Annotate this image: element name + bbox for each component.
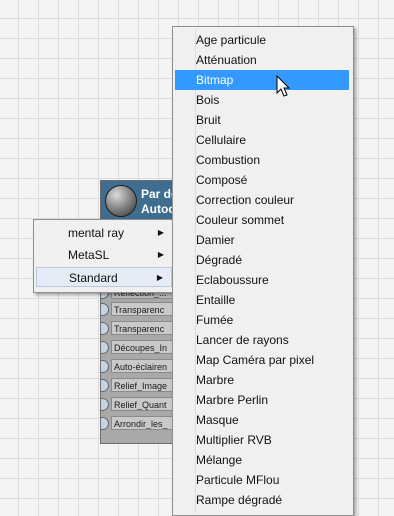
menu-item-label: Damier <box>196 233 235 247</box>
slot-connector-icon[interactable] <box>101 379 109 392</box>
slot-label: Relief_Quant <box>111 397 181 411</box>
mouse-pointer-icon <box>276 75 291 97</box>
slot-label: Auto-éclairen <box>111 359 181 373</box>
menu-item-label: Correction couleur <box>196 193 295 207</box>
menu-item-label: Combustion <box>196 153 261 167</box>
slot-connector-icon[interactable] <box>101 417 109 430</box>
map-category-submenu[interactable]: mental ray ▶ MetaSL ▶ Standard ▶ <box>33 219 176 293</box>
menu-item[interactable]: Cellulaire <box>175 130 349 150</box>
menu-item-label: Cellulaire <box>196 133 247 147</box>
node-slot[interactable]: Arrondir_les_ <box>101 415 181 432</box>
menu-item-label: Dégradé <box>196 253 243 267</box>
menu-item[interactable]: Particule MFlou <box>175 470 349 490</box>
slot-label: Arrondir_les_ <box>111 416 181 430</box>
node-slot[interactable]: Transparenc <box>101 320 181 337</box>
menu-item-label: Age particule <box>196 33 267 47</box>
slot-connector-icon[interactable] <box>101 398 109 411</box>
slot-label: Transparenc <box>111 321 181 335</box>
menu-item[interactable]: Mélange <box>175 450 349 470</box>
menu-item-label: Multiplier RVB <box>196 433 272 447</box>
slot-connector-icon[interactable] <box>101 360 109 373</box>
slot-label: Découpes_In <box>111 340 181 354</box>
menu-item-label: Masque <box>196 413 239 427</box>
menu-item-label: Bruit <box>196 113 221 127</box>
menu-item[interactable]: Dégradé <box>175 250 349 270</box>
menu-item[interactable]: Rampe dégradé <box>175 490 349 510</box>
submenu-item-label: MetaSL <box>68 248 110 262</box>
menu-item-label: Mélange <box>196 453 243 467</box>
menu-item[interactable]: Fumée <box>175 310 349 330</box>
menu-item-label: Marbre <box>196 373 235 387</box>
node-slot[interactable]: Auto-éclairen <box>101 358 181 375</box>
menu-item-label: Composé <box>196 173 248 187</box>
material-preview-sphere <box>105 185 137 217</box>
menu-item-bitmap[interactable]: Bitmap <box>175 70 349 90</box>
menu-item-label: Atténuation <box>196 53 257 67</box>
submenu-arrow-icon: ▶ <box>157 250 164 259</box>
submenu-arrow-icon: ▶ <box>157 228 164 237</box>
menu-item-label: Eclaboussure <box>196 273 269 287</box>
submenu-item-standard[interactable]: Standard ▶ <box>36 267 172 287</box>
menu-item-label: Couleur sommet <box>196 213 285 227</box>
menu-item[interactable]: Map Caméra par pixel <box>175 350 349 370</box>
menu-item[interactable]: Multiplier RVB <box>175 430 349 450</box>
node-header[interactable]: Par de Autoc <box>101 181 181 220</box>
menu-item[interactable]: Bois <box>175 90 349 110</box>
menu-item[interactable]: Atténuation <box>175 50 349 70</box>
standard-maps-menu[interactable]: Age particule Atténuation Bitmap Bois Br… <box>172 26 354 516</box>
node-slot[interactable]: Transparenc <box>101 301 181 318</box>
menu-item-label: Rampe dégradé <box>196 493 283 507</box>
slot-connector-icon[interactable] <box>101 303 109 316</box>
menu-item-label: Lancer de rayons <box>196 333 289 347</box>
menu-item[interactable]: Composé <box>175 170 349 190</box>
menu-item[interactable]: Combustion <box>175 150 349 170</box>
menu-item-label: Entaille <box>196 293 236 307</box>
menu-item[interactable]: Marbre Perlin <box>175 390 349 410</box>
menu-item-label: Map Caméra par pixel <box>196 353 315 367</box>
submenu-item-metasl[interactable]: MetaSL ▶ <box>36 245 172 265</box>
slot-connector-icon[interactable] <box>101 322 109 335</box>
menu-item-label: Fumée <box>196 313 234 327</box>
slot-connector-icon[interactable] <box>101 341 109 354</box>
menu-item[interactable]: Damier <box>175 230 349 250</box>
menu-item-label: Particule MFlou <box>196 473 280 487</box>
submenu-item-label: mental ray <box>68 226 125 240</box>
menu-item[interactable]: Entaille <box>175 290 349 310</box>
node-slot[interactable]: Relief_Quant <box>101 396 181 413</box>
menu-item[interactable]: Bruit <box>175 110 349 130</box>
slot-label: Transparenc <box>111 302 181 316</box>
submenu-arrow-icon: ▶ <box>156 273 163 282</box>
menu-item-label: Bitmap <box>196 73 234 87</box>
menu-item[interactable]: Age particule <box>175 30 349 50</box>
menu-item-label: Marbre Perlin <box>196 393 269 407</box>
submenu-item-label: Standard <box>69 271 118 285</box>
menu-item-label: Bois <box>196 93 220 107</box>
menu-item[interactable]: Masque <box>175 410 349 430</box>
node-slot[interactable]: Découpes_In <box>101 339 181 356</box>
menu-item[interactable]: Lancer de rayons <box>175 330 349 350</box>
menu-item[interactable]: Correction couleur <box>175 190 349 210</box>
slot-label: Relief_Image <box>111 378 181 392</box>
menu-item[interactable]: Eclaboussure <box>175 270 349 290</box>
menu-item[interactable]: Marbre <box>175 370 349 390</box>
submenu-item-mental-ray[interactable]: mental ray ▶ <box>36 223 172 243</box>
menu-item[interactable]: Couleur sommet <box>175 210 349 230</box>
node-slot[interactable]: Relief_Image <box>101 377 181 394</box>
